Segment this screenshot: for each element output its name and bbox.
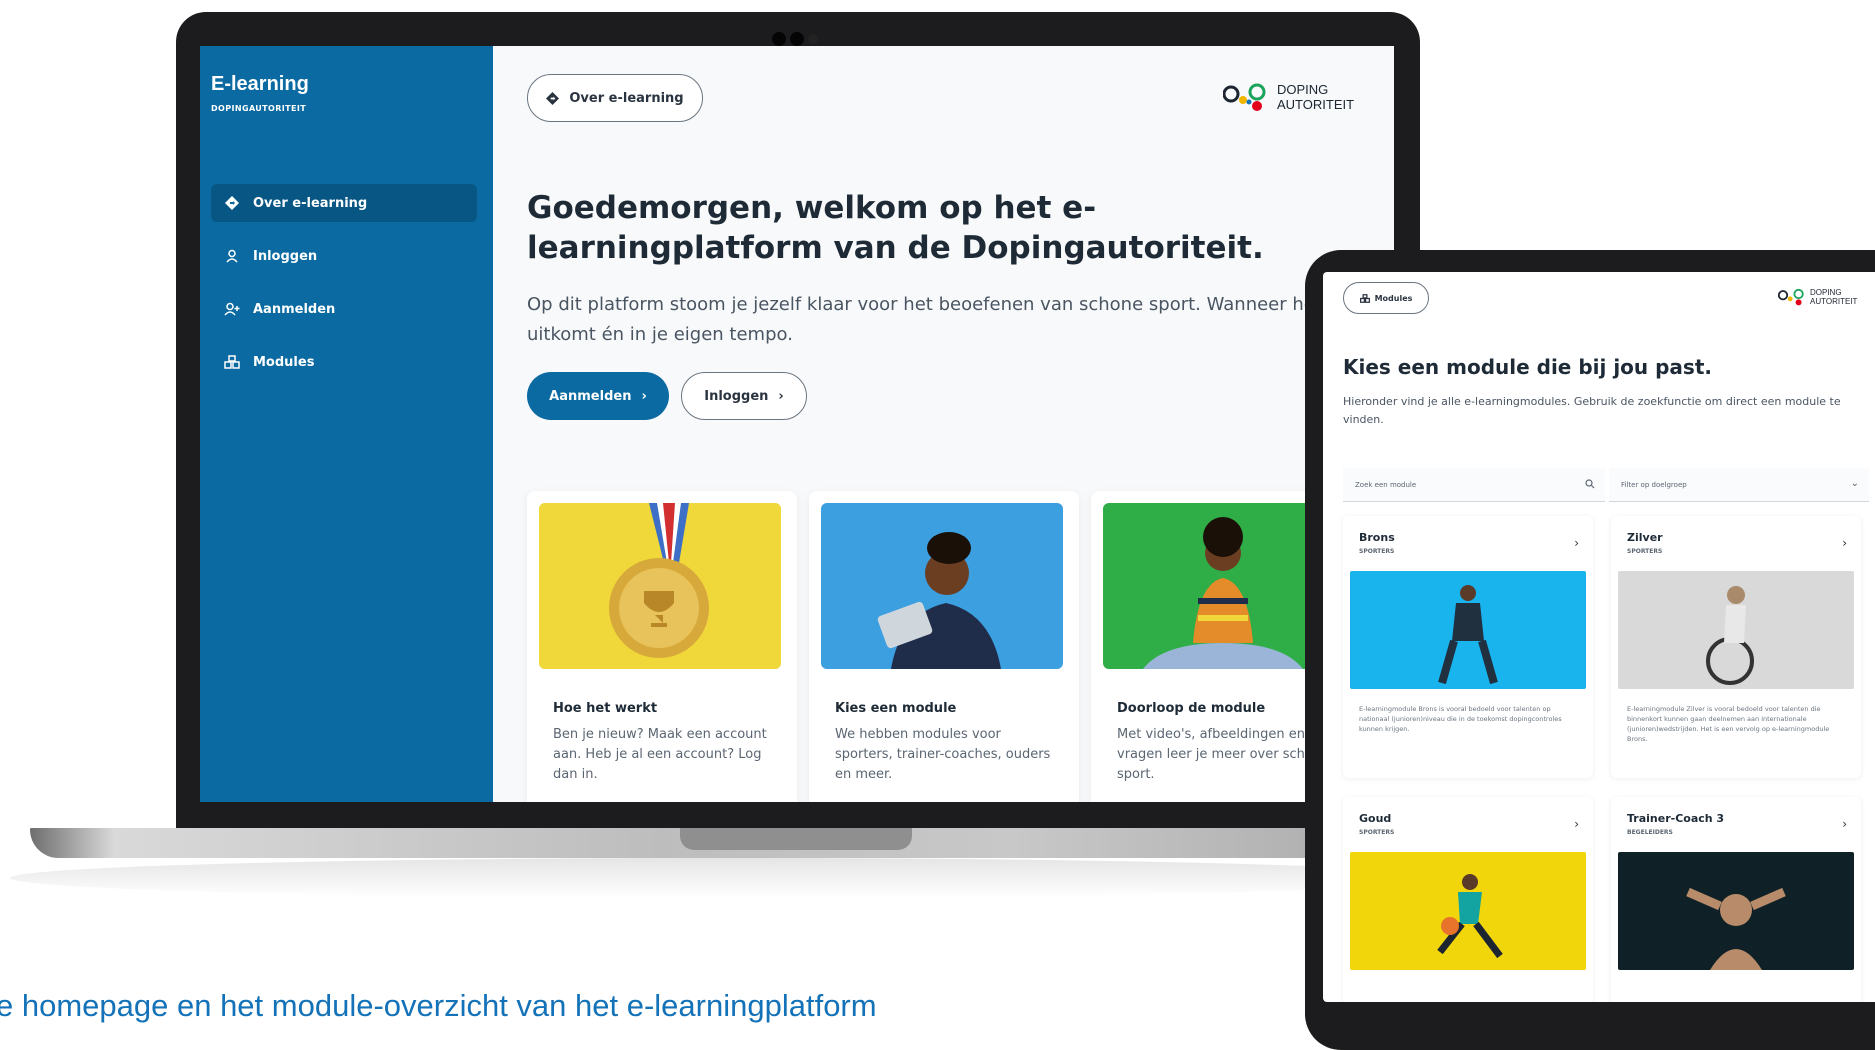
module-card-trainer-coach-3[interactable]: Trainer-Coach 3 BEGELEIDERS › <box>1611 797 1861 1002</box>
modules-icon <box>223 353 241 371</box>
brand-title[interactable]: E-learning <box>211 73 309 96</box>
sidebar: E-learning DOPINGAUTORITEIT Over e-learn… <box>200 46 493 802</box>
module-text: E-learningmodule Zilver is vooral bedoel… <box>1627 705 1830 743</box>
breadcrumb-label: Over e-learning <box>569 90 684 106</box>
module-audience: SPORTERS <box>1359 548 1395 555</box>
sidebar-item-label: Aanmelden <box>253 301 336 317</box>
card-hoe-het-werkt[interactable]: Hoe het werkt Ben je nieuw? Maak een acc… <box>527 491 797 802</box>
module-audience: BEGELEIDERS <box>1627 829 1673 836</box>
search-input[interactable]: Zoek een module <box>1343 468 1605 502</box>
sidebar-item-label: Modules <box>253 354 315 370</box>
person-tablet-image <box>821 503 1063 669</box>
chevron-right-icon: › <box>1574 536 1579 550</box>
hero-lead: Op dit platform stoom je jezelf klaar vo… <box>527 294 1356 345</box>
sidebar-item-inloggen[interactable]: Inloggen <box>211 237 477 275</box>
module-title: Zilver <box>1627 531 1663 544</box>
module-audience: SPORTERS <box>1359 829 1395 836</box>
sidebar-item-label: Over e-learning <box>253 195 368 211</box>
card-text: Met video's, afbeeldingen en vragen leer… <box>1117 727 1330 782</box>
logo-text: DOPING AUTORITEIT <box>1277 82 1354 112</box>
button-label: Aanmelden <box>549 388 632 404</box>
filter-select[interactable]: Filter op doelgroep ⌄ <box>1609 468 1869 502</box>
card-text: Ben je nieuw? Maak een account aan. Heb … <box>553 727 767 782</box>
chevron-right-icon: › <box>1842 536 1847 550</box>
user-plus-icon <box>223 300 241 318</box>
chevron-right-icon: › <box>1574 817 1579 831</box>
module-audience: SPORTERS <box>1627 548 1663 555</box>
dopingautoriteit-logo[interactable]: DOPING AUTORITEIT <box>1778 288 1857 306</box>
sidebar-item-modules[interactable]: Modules <box>211 343 477 381</box>
breadcrumb-label: Modules <box>1374 293 1413 303</box>
filter-label: Filter op doelgroep <box>1621 480 1687 489</box>
breadcrumb-over-e-learning[interactable]: Over e-learning <box>527 74 703 122</box>
laptop-shadow <box>10 858 1450 898</box>
logo-mark-icon <box>1223 83 1266 111</box>
dopingautoriteit-logo[interactable]: DOPING AUTORITEIT <box>1223 82 1354 112</box>
module-title: Goud <box>1359 812 1392 825</box>
breadcrumb-modules[interactable]: Modules <box>1343 282 1429 314</box>
chevron-right-icon: › <box>1842 817 1847 831</box>
module-image <box>1350 852 1586 970</box>
search-placeholder: Zoek een module <box>1355 480 1417 489</box>
module-card-goud[interactable]: Goud SPORTERS › <box>1343 797 1593 1002</box>
inloggen-button[interactable]: Inloggen › <box>681 372 807 420</box>
page-title: Goedemorgen, welkom op het e-learningpla… <box>527 190 1264 266</box>
card-kies-een-module[interactable]: Kies een module We hebben modules voor s… <box>809 491 1079 802</box>
modules-icon <box>1359 293 1370 303</box>
sidebar-item-over-e-learning[interactable]: Over e-learning <box>211 184 477 222</box>
camera-dot <box>772 32 786 46</box>
card-title: Kies een module <box>835 701 957 716</box>
laptop-notch <box>680 828 912 850</box>
sidebar-item-label: Inloggen <box>253 248 318 264</box>
diamond-direction-icon <box>546 91 560 105</box>
logo-line1: DOPING <box>1277 82 1329 97</box>
module-image <box>1350 571 1586 689</box>
brand-subtitle: DOPINGAUTORITEIT <box>211 104 307 113</box>
module-title: Brons <box>1359 531 1395 544</box>
button-label: Inloggen <box>704 388 769 404</box>
card-title: Doorloop de module <box>1117 701 1266 716</box>
user-icon <box>223 247 241 265</box>
logo-mark-icon <box>1778 288 1804 306</box>
logo-line2: AUTORITEIT <box>1810 297 1858 306</box>
logo-line2: AUTORITEIT <box>1277 97 1355 112</box>
tablet-screen: Modules DOPING AUTORITEIT Kies een modul… <box>1323 272 1875 1002</box>
search-icon <box>1585 479 1595 491</box>
card-title: Hoe het werkt <box>553 701 658 716</box>
laptop-screen: E-learning DOPINGAUTORITEIT Over e-learn… <box>200 46 1394 802</box>
module-card-brons[interactable]: Brons SPORTERS › E-learningmodule Brons … <box>1343 516 1593 778</box>
sidebar-item-aanmelden[interactable]: Aanmelden <box>211 290 477 328</box>
page-title: Kies een module die bij jou past. <box>1343 355 1712 379</box>
chevron-right-icon: › <box>778 388 784 404</box>
chevron-right-icon: › <box>641 388 647 404</box>
module-image <box>1618 571 1854 689</box>
page-lead: Hieronder vind je alle e-learningmodules… <box>1343 395 1841 426</box>
aanmelden-button[interactable]: Aanmelden › <box>527 372 669 420</box>
camera-dot <box>808 34 818 44</box>
diamond-direction-icon <box>223 194 241 212</box>
main-content: Over e-learning DOPING AUTORITEIT Goedem… <box>493 46 1394 802</box>
camera-dot <box>790 32 804 46</box>
image-caption: e homepage en het module-overzicht van h… <box>0 988 877 1023</box>
module-text: E-learningmodule Brons is vooral bedoeld… <box>1359 705 1562 733</box>
module-image <box>1618 852 1854 970</box>
logo-line1: DOPING <box>1810 288 1842 297</box>
logo-text: DOPING AUTORITEIT <box>1810 288 1857 306</box>
card-text: We hebben modules voor sporters, trainer… <box>835 727 1051 782</box>
module-title: Trainer-Coach 3 <box>1627 812 1725 825</box>
chevron-down-icon: ⌄ <box>1850 478 1859 489</box>
medal-image <box>539 503 781 669</box>
module-card-zilver[interactable]: Zilver SPORTERS › E-learningmodule Zilve… <box>1611 516 1861 778</box>
